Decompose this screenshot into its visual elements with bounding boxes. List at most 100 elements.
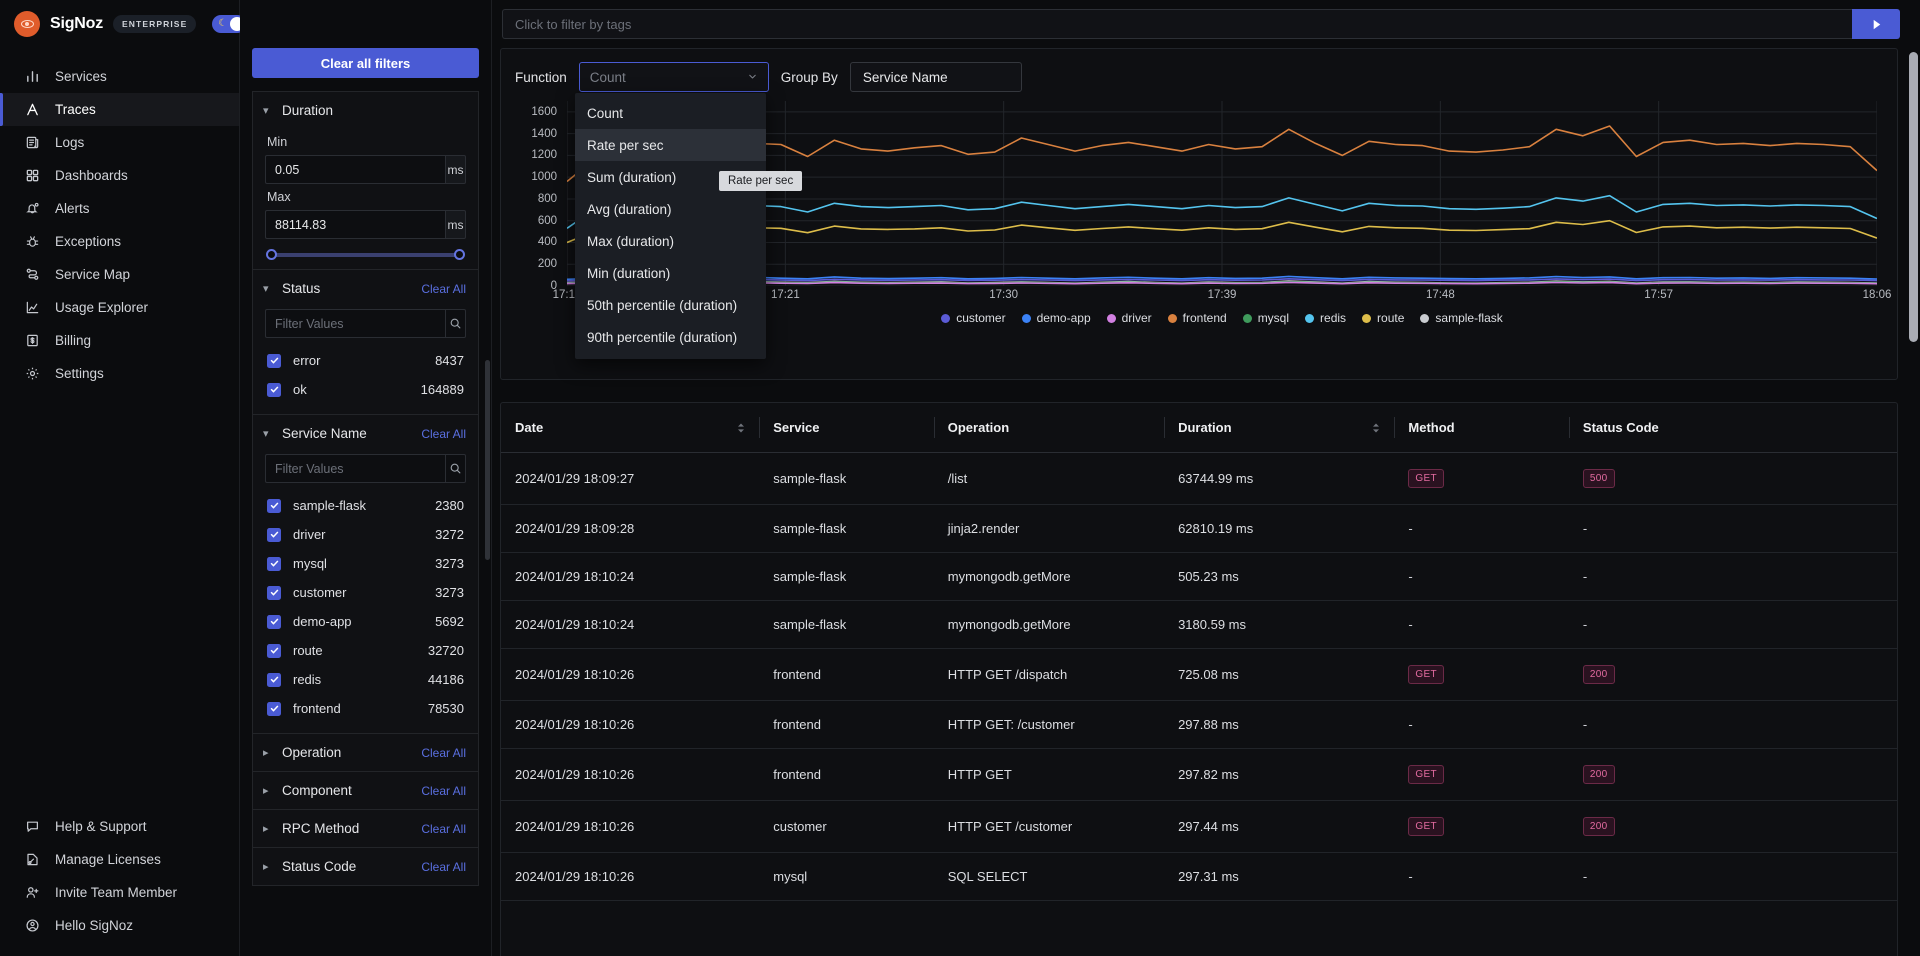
list-item[interactable]: frontend 78530: [265, 694, 466, 723]
sidebar-item-manage-licenses[interactable]: Manage Licenses: [0, 843, 239, 876]
checkbox-checked-icon[interactable]: [267, 614, 281, 629]
group-by-select[interactable]: Service Name: [849, 62, 1022, 92]
dropdown-tooltip: Rate per sec: [719, 171, 803, 191]
duration-min-input[interactable]: [265, 155, 445, 184]
filters-panel-scrollbar[interactable]: [485, 360, 490, 560]
checkbox-checked-icon[interactable]: [267, 556, 281, 571]
filter-group-rpc-method-header[interactable]: ▸ RPC Method Clear All: [253, 810, 478, 847]
sidebar-item-dashboards[interactable]: Dashboards: [0, 159, 239, 192]
filter-group-service-name-header[interactable]: ▾ Service Name Clear All: [253, 415, 478, 452]
status-option-error[interactable]: error 8437: [265, 346, 466, 375]
sidebar-item-traces[interactable]: Traces: [0, 93, 239, 126]
sidebar-item-settings[interactable]: Settings: [0, 357, 239, 390]
filter-group-component-header[interactable]: ▸ Component Clear All: [253, 772, 478, 809]
sidebar-item-logs[interactable]: Logs: [0, 126, 239, 159]
cell-duration: 3180.59 ms: [1164, 600, 1395, 649]
checkbox-checked-icon[interactable]: [267, 353, 281, 368]
table-row[interactable]: 2024/01/29 18:10:26 frontend HTTP GET: /cu…: [501, 700, 1897, 749]
sidebar-item-account[interactable]: Hello SigNoz: [0, 909, 239, 942]
duration-range-slider[interactable]: [265, 243, 466, 260]
menu-item-50th-percentile[interactable]: 50th percentile (duration): [575, 289, 766, 321]
status-option-ok[interactable]: ok 164889: [265, 375, 466, 404]
service-name-clear-all-link[interactable]: Clear All: [421, 427, 466, 441]
checkbox-checked-icon[interactable]: [267, 382, 281, 397]
list-item[interactable]: route 32720: [265, 636, 466, 665]
list-item[interactable]: redis 44186: [265, 665, 466, 694]
menu-item-count[interactable]: Count: [575, 97, 766, 129]
list-item[interactable]: demo-app 5692: [265, 607, 466, 636]
legend-item[interactable]: demo-app: [1021, 311, 1091, 325]
clear-all-filters-button[interactable]: Clear all filters: [252, 48, 479, 78]
service-name-search-button[interactable]: [445, 454, 466, 483]
duration-slider-min-handle[interactable]: [266, 249, 277, 260]
status-search-button[interactable]: [445, 309, 466, 338]
sort-icon[interactable]: [737, 423, 745, 433]
menu-item-min-duration[interactable]: Min (duration): [575, 257, 766, 289]
checkbox-checked-icon[interactable]: [267, 701, 281, 716]
legend-item[interactable]: driver: [1106, 311, 1152, 325]
filter-group-status-header[interactable]: ▾ Status Clear All: [253, 270, 478, 307]
table-row[interactable]: 2024/01/29 18:10:26 frontend HTTP GET /dis…: [501, 648, 1897, 701]
status-code-clear-all-link[interactable]: Clear All: [421, 860, 466, 874]
sidebar-item-invite-team-member[interactable]: Invite Team Member: [0, 876, 239, 909]
rpc-method-clear-all-link[interactable]: Clear All: [421, 822, 466, 836]
checkbox-checked-icon[interactable]: [267, 643, 281, 658]
sidebar-item-alerts[interactable]: Alerts: [0, 192, 239, 225]
table-header-date[interactable]: Date: [501, 403, 760, 453]
sidebar-item-billing[interactable]: Billing: [0, 324, 239, 357]
checkbox-checked-icon[interactable]: [267, 585, 281, 600]
component-clear-all-link[interactable]: Clear All: [421, 784, 466, 798]
menu-item-rate-per-sec[interactable]: Rate per sec: [575, 129, 766, 161]
legend-item[interactable]: route: [1362, 311, 1404, 325]
menu-item-avg-duration[interactable]: Avg (duration): [575, 193, 766, 225]
operation-clear-all-link[interactable]: Clear All: [421, 746, 466, 760]
status-clear-all-link[interactable]: Clear All: [421, 282, 466, 296]
legend-item[interactable]: frontend: [1167, 311, 1227, 325]
list-item[interactable]: driver 3272: [265, 520, 466, 549]
main-content: Click to filter by tags Function Count G…: [492, 0, 1920, 956]
filter-group-operation-header[interactable]: ▸ Operation Clear All: [253, 734, 478, 771]
sidebar-item-service-map[interactable]: Service Map: [0, 258, 239, 291]
duration-slider-max-handle[interactable]: [454, 249, 465, 260]
status-option-label: ok: [293, 382, 307, 397]
y-axis-tick: 600: [537, 214, 557, 227]
legend-item[interactable]: customer: [941, 311, 1006, 325]
tag-filter-input[interactable]: Click to filter by tags: [502, 9, 1852, 39]
traces-icon: [24, 101, 41, 118]
table-row[interactable]: 2024/01/29 18:10:26 frontend HTTP GET 297.8…: [501, 748, 1897, 801]
filter-group-duration-header[interactable]: ▾ Duration: [253, 92, 478, 129]
menu-item-max-duration[interactable]: Max (duration): [575, 225, 766, 257]
bell-icon: [24, 200, 41, 217]
table-row[interactable]: 2024/01/29 18:10:24 sample-flask mymongodb…: [501, 600, 1897, 649]
checkbox-checked-icon[interactable]: [267, 498, 281, 513]
table-row[interactable]: 2024/01/29 18:09:27 sample-flask/list 6374…: [501, 452, 1897, 505]
legend-item[interactable]: mysql: [1242, 311, 1289, 325]
list-item[interactable]: mysql 3273: [265, 549, 466, 578]
legend-item[interactable]: redis: [1305, 311, 1346, 325]
list-item[interactable]: customer 3273: [265, 578, 466, 607]
sidebar-item-help-support[interactable]: Help & Support: [0, 810, 239, 843]
sidebar-item-exceptions[interactable]: Exceptions: [0, 225, 239, 258]
table-row[interactable]: 2024/01/29 18:10:26 mysql SQL SELECT 297.31…: [501, 852, 1897, 901]
table-row[interactable]: 2024/01/29 18:10:24 sample-flask mymongodb…: [501, 552, 1897, 601]
service-name-filter-values-input[interactable]: [265, 454, 445, 483]
y-axis-tick: 1000: [531, 171, 557, 184]
table-header-duration[interactable]: Duration: [1164, 403, 1395, 453]
sidebar-item-usage-explorer[interactable]: Usage Explorer: [0, 291, 239, 324]
function-select[interactable]: Count: [578, 62, 769, 92]
user-plus-icon: [24, 884, 41, 901]
table-row[interactable]: 2024/01/29 18:10:26 customer HTTP GET /cus…: [501, 800, 1897, 853]
legend-item[interactable]: sample-flask: [1420, 311, 1503, 325]
filter-group-status-code-header[interactable]: ▸ Status Code Clear All: [253, 848, 478, 885]
tag-filter-submit-button[interactable]: [1852, 9, 1900, 39]
list-item[interactable]: sample-flask 2380: [265, 491, 466, 520]
checkbox-checked-icon[interactable]: [267, 527, 281, 542]
checkbox-checked-icon[interactable]: [267, 672, 281, 687]
sort-icon[interactable]: [1372, 423, 1380, 433]
sidebar-item-services[interactable]: Services: [0, 60, 239, 93]
table-row[interactable]: 2024/01/29 18:09:28 sample-flask jinja2.re…: [501, 504, 1897, 553]
page-scrollbar[interactable]: [1909, 52, 1918, 342]
menu-item-90th-percentile[interactable]: 90th percentile (duration): [575, 321, 766, 353]
duration-max-input[interactable]: [265, 210, 445, 239]
status-filter-values-input[interactable]: [265, 309, 445, 338]
